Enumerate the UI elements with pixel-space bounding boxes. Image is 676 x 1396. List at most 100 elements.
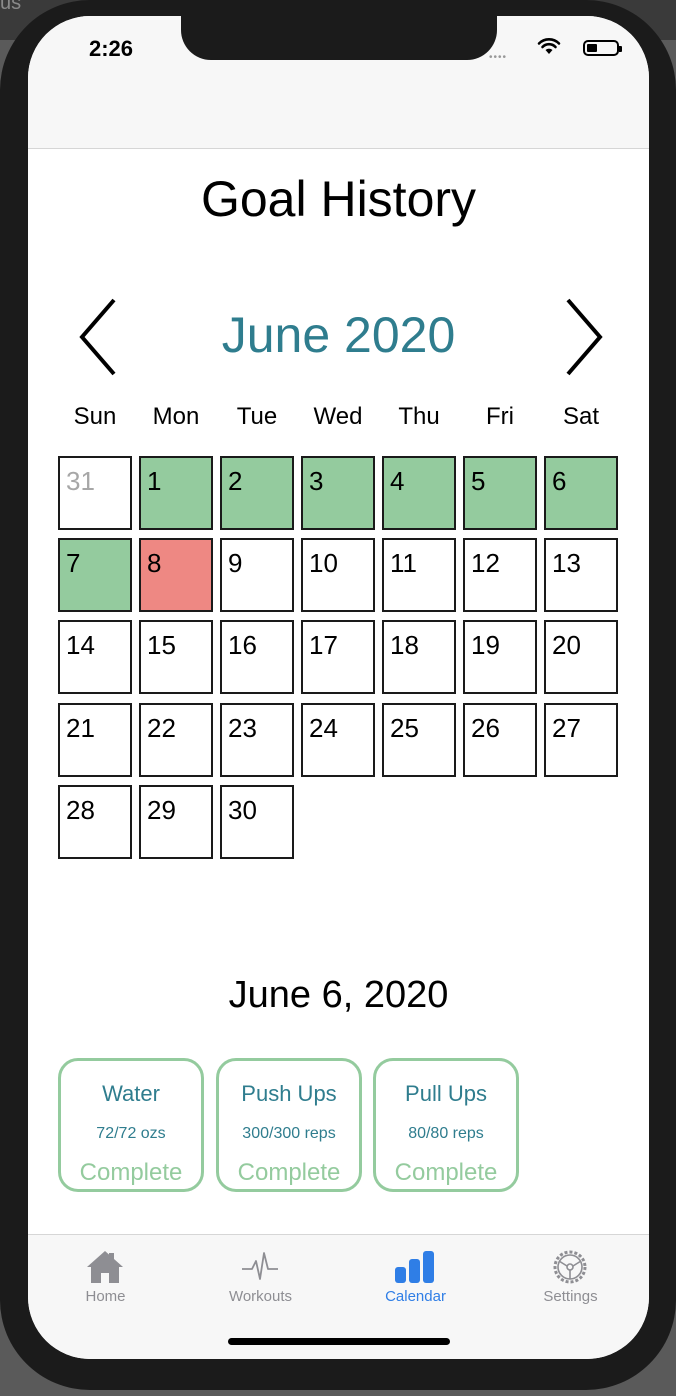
day-cell[interactable]: 27: [544, 703, 618, 777]
day-number: 27: [552, 713, 581, 743]
goal-progress: 80/80 reps: [408, 1125, 484, 1142]
day-cell[interactable]: 31: [58, 456, 132, 530]
day-number: 24: [309, 713, 338, 743]
goal-card-push-ups[interactable]: Push Ups 300/300 reps Complete: [216, 1058, 362, 1192]
day-number: 30: [228, 795, 257, 825]
background-text-fragment: us: [0, 0, 22, 14]
day-number: 11: [390, 548, 417, 578]
day-cell[interactable]: 19: [463, 620, 537, 694]
day-number: 7: [66, 548, 81, 578]
day-number: 21: [66, 713, 95, 743]
day-cell[interactable]: 7: [58, 538, 132, 612]
tab-settings[interactable]: Settings: [493, 1235, 648, 1315]
tab-label: Home: [85, 1288, 126, 1305]
day-number: 1: [147, 466, 162, 496]
day-number: 23: [228, 713, 257, 743]
goal-name: Push Ups: [241, 1081, 337, 1106]
app-screen: 2:26 •••• Goal History June 2020 Sun Mon…: [28, 16, 649, 1359]
day-number: 10: [309, 548, 338, 578]
day-number: 17: [309, 630, 338, 660]
day-cell[interactable]: 13: [544, 538, 618, 612]
day-number: 3: [309, 466, 324, 496]
day-cell[interactable]: 2: [220, 456, 294, 530]
home-icon: [87, 1251, 123, 1283]
status-time: 2:26: [89, 36, 134, 61]
gear-icon: [553, 1250, 587, 1284]
day-cell[interactable]: 11: [382, 538, 456, 612]
day-cell[interactable]: 22: [139, 703, 213, 777]
day-cell[interactable]: 6: [544, 456, 618, 530]
device-notch: [181, 16, 497, 60]
tab-calendar[interactable]: Calendar: [338, 1235, 493, 1315]
day-cell[interactable]: 8: [139, 538, 213, 612]
day-number: 18: [390, 630, 419, 660]
cellular-signal-icon: ••••: [488, 52, 507, 63]
goal-card-water[interactable]: Water 72/72 ozs Complete: [58, 1058, 204, 1192]
page-title: Goal History: [200, 171, 477, 227]
tab-label: Calendar: [385, 1288, 446, 1305]
wifi-icon: [537, 38, 561, 54]
phone-frame: 2:26 •••• Goal History June 2020 Sun Mon…: [0, 0, 676, 1390]
battery-icon: [583, 40, 622, 56]
home-indicator[interactable]: [228, 1338, 450, 1345]
day-number: 31: [66, 466, 95, 496]
weekday-label: Fri: [486, 403, 514, 430]
day-cell[interactable]: 17: [301, 620, 375, 694]
goal-status: Complete: [237, 1159, 341, 1186]
tab-workouts[interactable]: Workouts: [183, 1235, 338, 1315]
day-number: 16: [228, 630, 257, 660]
day-number: 19: [471, 630, 500, 660]
next-month-chevron-icon[interactable]: [556, 296, 606, 378]
day-cell[interactable]: 23: [220, 703, 294, 777]
day-cell[interactable]: 9: [220, 538, 294, 612]
goal-progress: 300/300 reps: [242, 1125, 336, 1142]
day-cell[interactable]: 26: [463, 703, 537, 777]
day-cell[interactable]: 16: [220, 620, 294, 694]
day-cell[interactable]: 10: [301, 538, 375, 612]
goal-card-pull-ups[interactable]: Pull Ups 80/80 reps Complete: [373, 1058, 519, 1192]
day-number: 13: [552, 548, 581, 578]
tab-label: Settings: [543, 1288, 598, 1305]
day-cell[interactable]: 4: [382, 456, 456, 530]
goal-name: Water: [102, 1081, 160, 1106]
day-number: 4: [390, 466, 405, 496]
tab-home[interactable]: Home: [28, 1235, 183, 1315]
day-cell[interactable]: 1: [139, 456, 213, 530]
day-number: 26: [471, 713, 500, 743]
day-cell[interactable]: 12: [463, 538, 537, 612]
day-cell[interactable]: 21: [58, 703, 132, 777]
day-number: 15: [147, 630, 176, 660]
day-number: 20: [552, 630, 581, 660]
weekday-label: Tue: [236, 403, 278, 430]
day-number: 5: [471, 466, 486, 496]
day-number: 9: [228, 548, 243, 578]
day-number: 14: [66, 630, 95, 660]
day-number: 8: [147, 548, 162, 578]
day-cell[interactable]: 20: [544, 620, 618, 694]
day-number: 25: [390, 713, 419, 743]
day-number: 29: [147, 795, 176, 825]
day-number: 22: [147, 713, 176, 743]
goal-status: Complete: [394, 1159, 498, 1186]
heartbeat-icon: [242, 1252, 278, 1280]
day-cell[interactable]: 14: [58, 620, 132, 694]
day-cell[interactable]: 3: [301, 456, 375, 530]
day-cell[interactable]: 5: [463, 456, 537, 530]
day-cell[interactable]: 24: [301, 703, 375, 777]
goal-name: Pull Ups: [405, 1081, 487, 1106]
tab-label: Workouts: [228, 1288, 293, 1305]
weekday-label: Sun: [73, 403, 117, 430]
day-number: 28: [66, 795, 95, 825]
day-cell[interactable]: 28: [58, 785, 132, 859]
day-cell[interactable]: 18: [382, 620, 456, 694]
day-cell[interactable]: 25: [382, 703, 456, 777]
day-cell[interactable]: 30: [220, 785, 294, 859]
day-cell[interactable]: 15: [139, 620, 213, 694]
weekday-label: Wed: [313, 403, 363, 430]
weekday-label: Mon: [152, 403, 200, 430]
goal-status: Complete: [79, 1159, 183, 1186]
day-number: 6: [552, 466, 567, 496]
goal-progress: 72/72 ozs: [96, 1125, 166, 1142]
weekday-label: Sat: [562, 403, 600, 430]
day-cell[interactable]: 29: [139, 785, 213, 859]
